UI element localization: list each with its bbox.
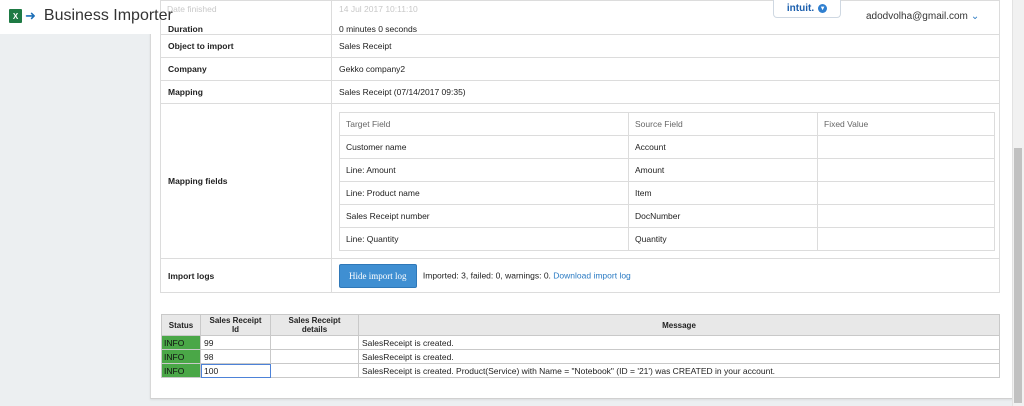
receipt-details-header: Sales Receipt details bbox=[270, 314, 359, 336]
object-row: Object to import Sales Receipt bbox=[160, 34, 1000, 58]
app-logo[interactable]: X ➜ Business Importer bbox=[9, 7, 173, 25]
mapping-fields-label: Mapping fields bbox=[160, 103, 332, 259]
scrollbar-thumb[interactable] bbox=[1014, 148, 1022, 403]
source-field: DocNumber bbox=[628, 203, 818, 228]
receipt-details[interactable] bbox=[270, 349, 359, 364]
status-badge: INFO bbox=[161, 335, 201, 350]
app-header: Date finished 14 Jul 2017 10:11:10 X ➜ B… bbox=[0, 0, 1012, 34]
message-header: Message bbox=[358, 314, 1000, 336]
user-email: adodvolha@gmail.com bbox=[866, 11, 968, 22]
target-field-header: Target Field bbox=[339, 111, 629, 136]
mapping-row: Line: Quantity Quantity bbox=[339, 226, 995, 251]
target-field: Line: Amount bbox=[339, 157, 629, 182]
import-logs-row: Import logs Hide import log Imported: 3,… bbox=[160, 258, 1000, 293]
app-title: Business Importer bbox=[43, 7, 173, 24]
mapping-row: Customer name Account bbox=[339, 134, 995, 159]
mapping-fields-table: Target Field Source Field Fixed Value Cu… bbox=[339, 111, 995, 251]
intuit-menu[interactable]: intuit. ▼ bbox=[773, 0, 841, 18]
log-row: INFO 98 SalesReceipt is created. bbox=[161, 349, 1000, 364]
source-field-header: Source Field bbox=[628, 111, 818, 136]
import-log-table: Status Sales Receipt Id Sales Receipt de… bbox=[161, 314, 1000, 378]
date-finished-label: Date finished bbox=[167, 4, 217, 14]
fixed-value-header: Fixed Value bbox=[817, 111, 995, 136]
chevron-down-icon: ⌄ bbox=[970, 11, 980, 22]
receipt-id-header: Sales Receipt Id bbox=[200, 314, 271, 336]
object-label: Object to import bbox=[160, 34, 332, 58]
target-field: Line: Quantity bbox=[339, 226, 629, 251]
status-badge: INFO bbox=[161, 349, 201, 364]
mapping-row: Line: Amount Amount bbox=[339, 157, 995, 182]
object-value: Sales Receipt bbox=[331, 34, 1000, 58]
hide-import-log-button[interactable]: Hide import log bbox=[339, 263, 417, 288]
target-field: Sales Receipt number bbox=[339, 203, 629, 228]
mapping-row: Sales Receipt number DocNumber bbox=[339, 203, 995, 228]
receipt-id[interactable]: 98 bbox=[200, 349, 271, 364]
date-finished-value: 14 Jul 2017 10:11:10 bbox=[339, 4, 418, 14]
log-message: SalesReceipt is created. bbox=[358, 349, 1000, 364]
log-row: INFO 99 SalesReceipt is created. bbox=[161, 335, 1000, 350]
log-row: INFO 100 SalesReceipt is created. Produc… bbox=[161, 363, 1000, 378]
fixed-value bbox=[817, 134, 995, 159]
receipt-id[interactable]: 100 bbox=[200, 363, 271, 378]
mapping-value: Sales Receipt (07/14/2017 09:35) bbox=[331, 80, 1000, 104]
import-summary: Imported: 3, failed: 0, warnings: 0. bbox=[422, 269, 551, 280]
company-value: Gekko company2 bbox=[331, 57, 1000, 81]
target-field: Customer name bbox=[339, 134, 629, 159]
mapping-header-row: Target Field Source Field Fixed Value bbox=[339, 111, 995, 136]
target-field: Line: Product name bbox=[339, 180, 629, 205]
log-message: SalesReceipt is created. Product(Service… bbox=[358, 363, 1000, 378]
fixed-value bbox=[817, 180, 995, 205]
user-menu[interactable]: adodvolha@gmail.com ⌄ bbox=[866, 11, 979, 22]
intuit-logo: intuit. bbox=[786, 3, 815, 14]
fixed-value bbox=[817, 203, 995, 228]
fixed-value bbox=[817, 226, 995, 251]
import-logs-cell: Hide import log Imported: 3, failed: 0, … bbox=[331, 258, 1000, 293]
mapping-label: Mapping bbox=[160, 80, 332, 104]
import-details-table: Duration 0 minutes 0 seconds Object to i… bbox=[160, 0, 1000, 293]
import-logs-label: Import logs bbox=[160, 258, 332, 293]
source-field: Account bbox=[628, 134, 818, 159]
chevron-down-icon: ▼ bbox=[818, 4, 828, 13]
company-row: Company Gekko company2 bbox=[160, 57, 1000, 81]
status-badge: INFO bbox=[161, 363, 201, 378]
fixed-value bbox=[817, 157, 995, 182]
mapping-fields-row: Mapping fields Target Field Source Field… bbox=[160, 103, 1000, 259]
receipt-id[interactable]: 99 bbox=[200, 335, 271, 350]
mapping-fields-cell: Target Field Source Field Fixed Value Cu… bbox=[331, 103, 1000, 259]
source-field: Quantity bbox=[628, 226, 818, 251]
excel-icon: X bbox=[9, 9, 22, 23]
source-field: Amount bbox=[628, 157, 818, 182]
mapping-row: Mapping Sales Receipt (07/14/2017 09:35) bbox=[160, 80, 1000, 104]
receipt-details[interactable] bbox=[270, 363, 359, 378]
log-message: SalesReceipt is created. bbox=[358, 335, 1000, 350]
import-arrow-icon: ➜ bbox=[25, 8, 36, 23]
receipt-details[interactable] bbox=[270, 335, 359, 350]
status-header: Status bbox=[161, 314, 201, 336]
mapping-row: Line: Product name Item bbox=[339, 180, 995, 205]
download-import-log-link[interactable]: Download import log bbox=[553, 270, 630, 280]
source-field: Item bbox=[628, 180, 818, 205]
company-label: Company bbox=[160, 57, 332, 81]
log-header-row: Status Sales Receipt Id Sales Receipt de… bbox=[161, 314, 1000, 336]
